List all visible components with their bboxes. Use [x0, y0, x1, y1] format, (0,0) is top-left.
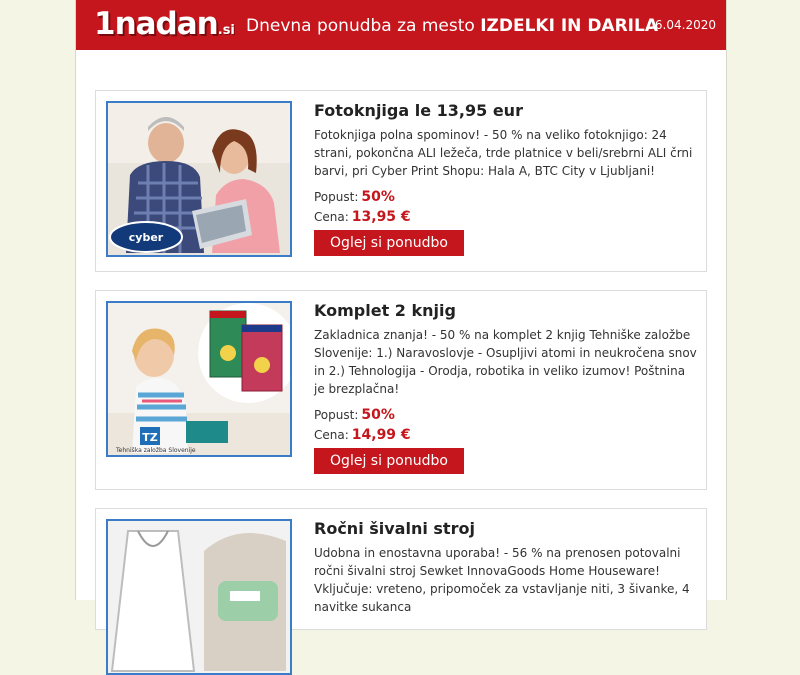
price-value: 14,99 €: [351, 427, 411, 443]
price-row: Cena: 13,95 €: [314, 207, 699, 227]
offer-title[interactable]: Fotoknjiga le 13,95 eur: [314, 101, 699, 121]
newsletter: 1nadan.si Dnevna ponudba za mesto IZDELK…: [75, 0, 727, 675]
logo-tld: .si: [217, 23, 235, 38]
header-title: Dnevna ponudba za mesto IZDELKI IN DARIL…: [246, 15, 658, 37]
offer-description: Fotoknjiga polna spominov! - 50 % na vel…: [314, 128, 693, 178]
offer-card: TZ Tehniška založba Slovenije Komplet 2 …: [95, 290, 707, 490]
offer-info: Komplet 2 knjig Zakladnica znanja! - 50 …: [314, 301, 699, 474]
discount-label: Popust:: [314, 408, 359, 422]
offer-image[interactable]: cyber: [106, 101, 292, 257]
header-title-prefix: Dnevna ponudba za mesto: [246, 16, 475, 36]
header-bar: 1nadan.si Dnevna ponudba za mesto IZDELK…: [76, 0, 726, 50]
offer-card: cyber Fotoknjiga le 13,95 eur Fotoknjiga…: [95, 90, 707, 272]
price-label: Cena:: [314, 210, 349, 224]
price-row: Cena: 14,99 €: [314, 425, 699, 445]
offer-image[interactable]: TZ Tehniška založba Slovenije: [106, 301, 292, 457]
price-label: Cena:: [314, 428, 349, 442]
view-offer-button[interactable]: Oglej si ponudbo: [314, 448, 464, 474]
publisher-brand: Tehniška založba Slovenije: [115, 447, 196, 454]
header-city: IZDELKI IN DARILA: [480, 16, 658, 36]
offer-description: Udobna in enostavna uporaba! - 56 % na p…: [314, 546, 690, 614]
discount-row: Popust: 50%: [314, 405, 699, 425]
offer-image[interactable]: [106, 519, 292, 675]
offer-card: Ročni šivalni stroj Udobna in enostavna …: [95, 508, 707, 675]
svg-text:TZ: TZ: [142, 431, 158, 444]
discount-label: Popust:: [314, 190, 359, 204]
discount-row: Popust: 50%: [314, 187, 699, 207]
header-date: 06.04.2020: [647, 18, 716, 32]
offer-title[interactable]: Ročni šivalni stroj: [314, 519, 699, 539]
offer-info: Fotoknjiga le 13,95 eur Fotoknjiga polna…: [314, 101, 699, 256]
offer-title[interactable]: Komplet 2 knjig: [314, 301, 699, 321]
view-offer-button[interactable]: Oglej si ponudbo: [314, 230, 464, 256]
logo-text: 1nadan: [94, 6, 219, 42]
cyber-brand: cyber: [129, 231, 164, 244]
offer-description: Zakladnica znanja! - 50 % na komplet 2 k…: [314, 328, 697, 396]
price-value: 13,95 €: [351, 209, 411, 225]
discount-value: 50%: [361, 189, 395, 205]
discount-value: 50%: [361, 407, 395, 423]
site-logo[interactable]: 1nadan.si: [94, 8, 235, 40]
offer-info: Ročni šivalni stroj Udobna in enostavna …: [314, 519, 699, 616]
